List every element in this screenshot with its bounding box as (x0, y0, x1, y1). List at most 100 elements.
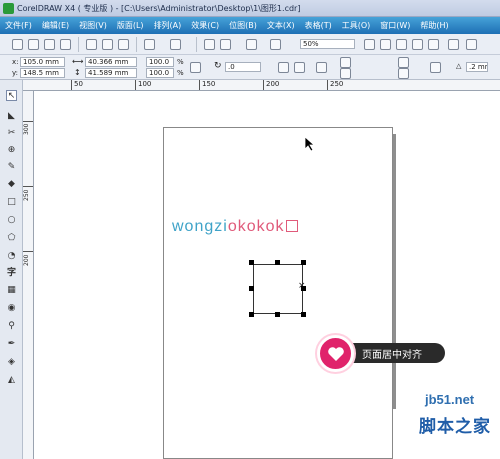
rotation-angle-field[interactable]: .0 (225, 62, 261, 72)
zoom-in-icon[interactable] (364, 39, 375, 50)
selection-handle[interactable] (301, 260, 306, 265)
menu-arrange[interactable]: 排列(A) (149, 20, 187, 31)
callout-text: 页面居中对齐 (362, 350, 422, 361)
selection-handle[interactable] (301, 312, 306, 317)
standard-toolbar: 50% (0, 34, 500, 55)
ruler-tick (199, 80, 200, 90)
mirror-vertical-icon[interactable] (294, 62, 305, 73)
eyedropper-tool-icon[interactable]: ⚲ (6, 320, 17, 331)
menu-edit[interactable]: 编辑(E) (37, 20, 74, 31)
corner-round-top-left[interactable] (340, 57, 351, 68)
selection-handle[interactable] (249, 286, 254, 291)
selection-handle[interactable] (275, 312, 280, 317)
save-icon[interactable] (44, 39, 55, 50)
import-icon[interactable] (204, 39, 215, 50)
application-launcher-icon[interactable] (246, 39, 257, 50)
ruler-tick (71, 80, 72, 90)
corner-round-bottom-left[interactable] (340, 68, 351, 79)
toolbox: ↖ ◣ ✂ ⊕ ✎ ◆ □ ○ ⬠ ◔ 字 ▦ ◉ ⚲ ✒ ◈ ◭ (0, 80, 23, 459)
menu-effects[interactable]: 效果(C) (186, 20, 224, 31)
selected-rectangle[interactable] (253, 264, 303, 314)
outline-width-icon: △ (456, 62, 462, 70)
ruler-number: 200 (23, 254, 30, 266)
callout-badge (317, 335, 354, 372)
zoom-page-icon[interactable] (428, 39, 439, 50)
scale-x-field[interactable]: 100.0 (146, 57, 174, 67)
crop-tool-icon[interactable]: ✂ (6, 127, 17, 138)
fill-tool-icon[interactable]: ◈ (6, 356, 17, 367)
watermark-url: jb51.net (425, 392, 475, 407)
selection-handle[interactable] (249, 260, 254, 265)
ruler-number: 50 (74, 80, 83, 88)
menu-table[interactable]: 表格(T) (300, 20, 337, 31)
pick-tool-icon[interactable]: ↖ (6, 90, 17, 101)
table-tool-icon[interactable]: ▦ (6, 284, 17, 295)
undo-icon[interactable] (144, 39, 155, 50)
horizontal-ruler[interactable]: 50 100 150 200 250 (23, 80, 500, 91)
new-document-icon[interactable] (12, 39, 23, 50)
mirror-horizontal-icon[interactable] (278, 62, 289, 73)
ruler-tick (263, 80, 264, 90)
corner-round-top-right[interactable] (398, 57, 409, 68)
shape-tool-icon[interactable]: ◣ (6, 110, 17, 121)
ellipse-tool-icon[interactable]: ○ (6, 214, 17, 225)
snap-to-icon[interactable] (448, 39, 459, 50)
height-field[interactable]: 41.589 mm (85, 68, 137, 78)
selection-handle[interactable] (301, 286, 306, 291)
scale-y-field[interactable]: 100.0 (146, 68, 174, 78)
freehand-tool-icon[interactable]: ✎ (6, 161, 17, 172)
zoom-tool-icon[interactable]: ⊕ (6, 144, 17, 155)
zoom-level-select[interactable]: 50% (300, 39, 355, 49)
zoom-out-icon[interactable] (380, 39, 391, 50)
menu-text[interactable]: 文本(X) (262, 20, 300, 31)
interactive-fill-tool-icon[interactable]: ◭ (6, 374, 17, 385)
menu-help[interactable]: 帮助(H) (415, 20, 453, 31)
paste-icon[interactable] (118, 39, 129, 50)
lock-ratio-icon[interactable] (190, 62, 201, 73)
menu-view[interactable]: 视图(V) (74, 20, 112, 31)
ruler-number: 150 (202, 80, 216, 88)
basic-shapes-tool-icon[interactable]: ◔ (6, 250, 17, 261)
logo-text-object[interactable]: wongziokokok (172, 218, 298, 236)
copy-icon[interactable] (102, 39, 113, 50)
align-distribute-icon[interactable] (316, 62, 327, 73)
x-position-field[interactable]: 105.0 mm (20, 57, 65, 67)
menu-file[interactable]: 文件(F) (0, 20, 37, 31)
toolbar-separator (136, 37, 137, 52)
y-position-field[interactable]: 148.5 mm (20, 68, 65, 78)
export-icon[interactable] (220, 39, 231, 50)
polygon-tool-icon[interactable]: ⬠ (6, 232, 17, 243)
print-icon[interactable] (60, 39, 71, 50)
interactive-blend-tool-icon[interactable]: ◉ (6, 302, 17, 313)
width-field[interactable]: 40.366 mm (85, 57, 137, 67)
zoom-selected-icon[interactable] (396, 39, 407, 50)
outline-tool-icon[interactable]: ✒ (6, 338, 17, 349)
ruler-number: 300 (23, 123, 30, 135)
smart-fill-tool-icon[interactable]: ◆ (6, 178, 17, 189)
text-tool-icon[interactable]: 字 (6, 266, 17, 278)
welcome-screen-icon[interactable] (270, 39, 281, 50)
corner-round-bottom-right[interactable] (398, 68, 409, 79)
x-label: x: (12, 58, 19, 66)
ruler-number: 100 (138, 80, 152, 88)
vertical-ruler[interactable]: 300 250 200 (23, 91, 34, 459)
ruler-tick (23, 186, 33, 187)
selection-handle[interactable] (275, 260, 280, 265)
wrap-text-icon[interactable] (430, 62, 441, 73)
menu-tools[interactable]: 工具(O) (337, 20, 376, 31)
open-folder-icon[interactable] (28, 39, 39, 50)
rectangle-tool-icon[interactable]: □ (6, 196, 17, 207)
menu-layout[interactable]: 版面(L) (112, 20, 149, 31)
options-icon[interactable] (466, 39, 477, 50)
menu-window[interactable]: 窗口(W) (375, 20, 415, 31)
menu-bitmaps[interactable]: 位图(B) (224, 20, 262, 31)
scale-y-percent: % (177, 69, 184, 77)
selection-handle[interactable] (249, 312, 254, 317)
y-label: y: (12, 69, 18, 77)
rotate-icon: ↻ (214, 61, 222, 71)
cut-icon[interactable] (86, 39, 97, 50)
outline-width-field[interactable]: .2 mm (466, 62, 488, 72)
zoom-all-icon[interactable] (412, 39, 423, 50)
redo-icon[interactable] (170, 39, 181, 50)
height-icon: ↕ (74, 68, 81, 77)
